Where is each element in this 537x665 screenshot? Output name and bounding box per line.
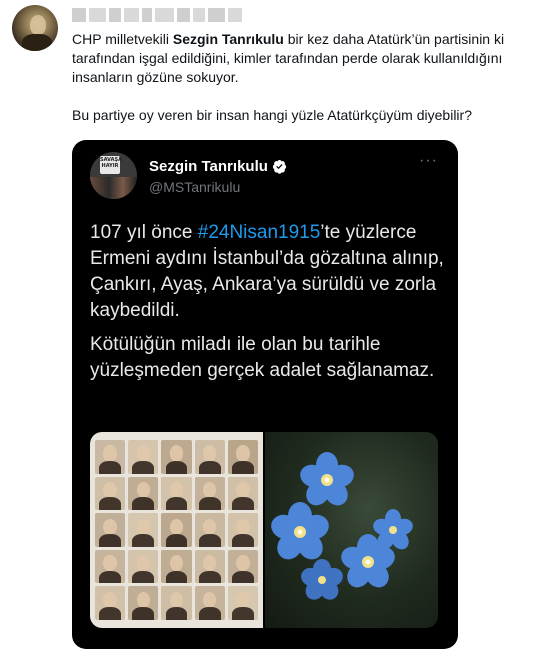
portrait [95,513,126,547]
verified-badge-icon [272,159,287,174]
avatar-face [30,15,46,35]
tweet-paragraph-1: CHP milletvekili Sezgin Tanrıkulu bir ke… [72,30,532,87]
portrait [95,476,126,511]
portrait [227,440,258,474]
media-grid[interactable] [90,432,438,628]
portrait [227,549,258,584]
tweet: CHP milletvekili Sezgin Tanrıkulu bir ke… [0,0,537,665]
mentioned-name: Sezgin Tanrıkulu [172,31,284,47]
portrait [227,513,258,547]
portrait [95,549,126,584]
quoted-text-before: 107 yıl önce [90,222,198,243]
avatar[interactable] [12,5,58,51]
portrait [194,513,225,547]
tweet-text: CHP milletvekili Sezgin Tanrıkulu bir ke… [72,30,532,144]
portrait [95,586,126,620]
avatar-crowd [90,177,137,199]
quoted-paragraph-2: Kötülüğün miladı ile olan bu tarihle yüz… [90,334,435,381]
avatar-body [22,34,52,51]
portrait [161,586,192,620]
portrait-collage-image[interactable] [90,432,263,628]
portrait [95,440,126,474]
quoted-tweet-text: 107 yıl önce #24Nisan1915’te yüzlerce Er… [90,220,445,392]
tweet-text-part1: CHP milletvekili [72,31,173,47]
hashtag-link[interactable]: #24Nisan1915 [198,222,321,243]
portrait [227,586,258,620]
portrait [194,440,225,474]
portrait [194,476,225,511]
more-options-icon[interactable]: ··· [419,153,438,169]
portrait [128,440,159,474]
quoted-author-handle[interactable]: @MSTanrikulu [149,179,240,195]
quoted-paragraph-1: 107 yıl önce #24Nisan1915’te yüzlerce Er… [90,220,445,324]
portrait [194,586,225,620]
forget-me-not-flowers-image[interactable] [265,432,438,628]
quoted-avatar[interactable]: SAVAŞA HAYIR [90,152,137,199]
quoted-tweet-card[interactable]: SAVAŞA HAYIR Sezgin Tanrıkulu @MSTanriku… [72,140,458,649]
quoted-author-name-row[interactable]: Sezgin Tanrıkulu [149,158,287,175]
portrait [161,549,192,584]
portrait [161,476,192,511]
quoted-author-name[interactable]: Sezgin Tanrıkulu [149,158,268,175]
portrait [161,440,192,474]
tweet-paragraph-2: Bu partiye oy veren bir insan hangi yüzl… [72,107,472,123]
portrait [161,513,192,547]
blurred-author-name [72,8,242,22]
portrait [227,476,258,511]
avatar-sign: SAVAŞA HAYIR [100,156,122,174]
flowers-illustration [271,452,413,600]
portrait [128,586,159,620]
portrait [128,476,159,511]
portrait [128,549,159,584]
portrait [128,513,159,547]
portrait [194,549,225,584]
